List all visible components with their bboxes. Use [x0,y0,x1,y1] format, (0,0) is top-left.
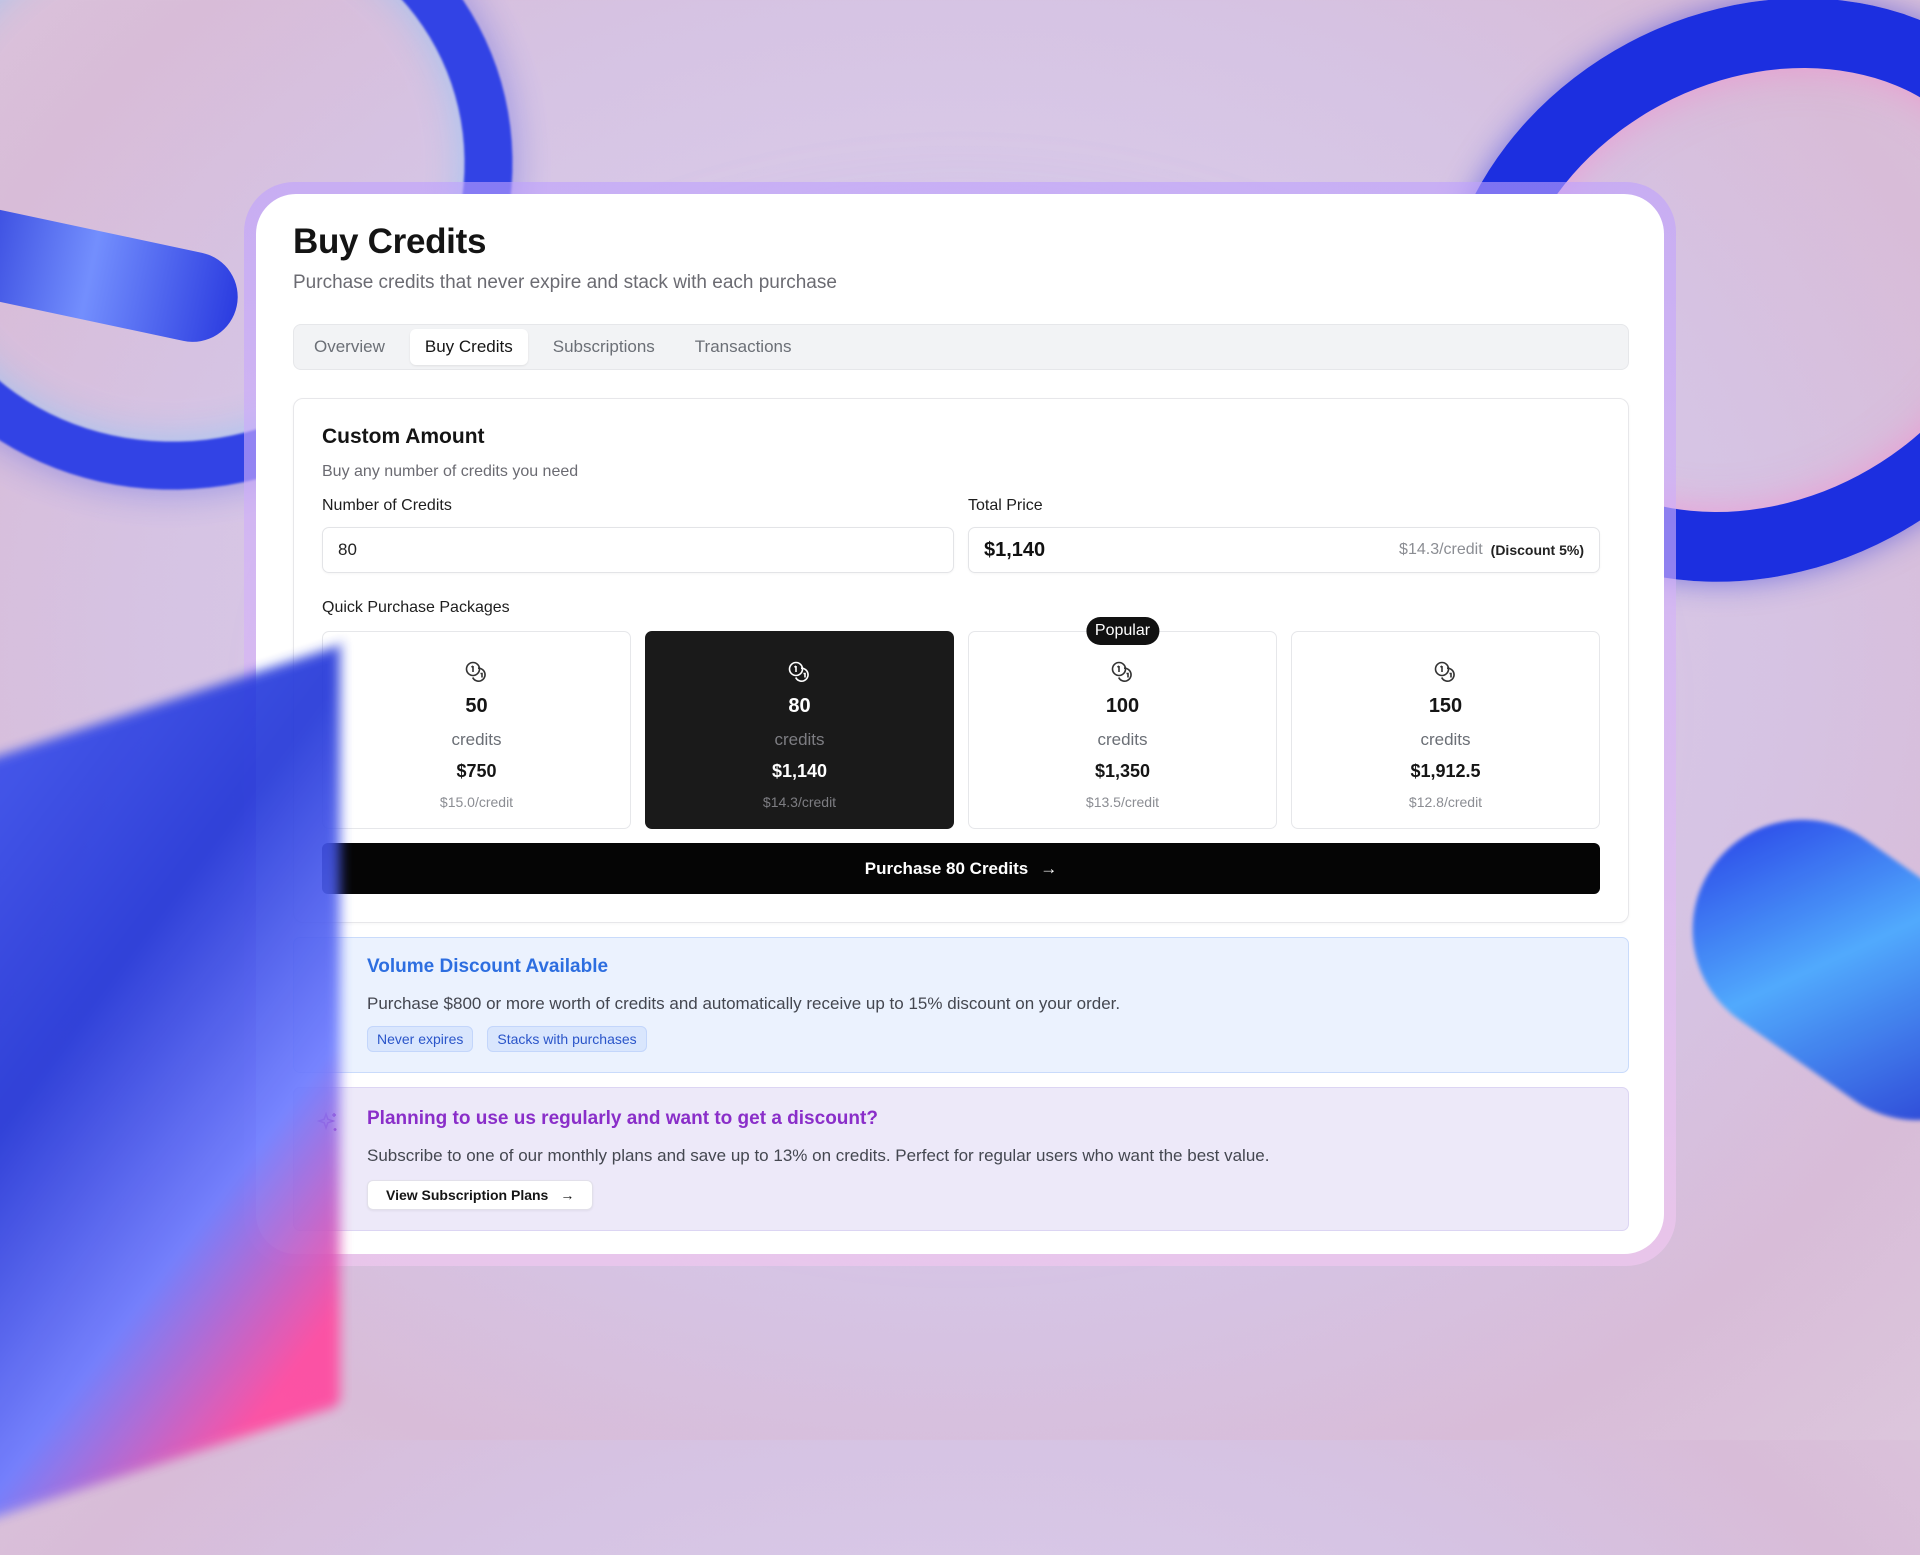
package-card-150[interactable]: 150 credits $1,912.5 $12.8/credit [1291,631,1600,829]
section-title: Custom Amount [322,425,485,448]
package-unit: credits [1420,730,1471,749]
volume-discount-banner: Volume Discount Available Purchase $800 … [293,937,1629,1073]
package-price: $1,350 [1094,761,1151,781]
package-list: 50 credits $750 $15.0/credit 80 credits [322,617,1600,829]
total-price-display: $1,140 $14.3/credit (Discount 5%) [968,527,1600,573]
decorative-tube-shape [1649,776,1920,1164]
buy-credits-card: Buy Credits Purchase credits that never … [256,194,1664,1254]
custom-amount-section: Custom Amount Buy any number of credits … [293,398,1629,923]
package-unit: credits [774,730,825,749]
arrow-right-icon: → [1040,858,1058,878]
volume-discount-text: Purchase $800 or more worth of credits a… [367,994,1121,1013]
package-card-80[interactable]: 80 credits $1,140 $14.3/credit [645,631,954,829]
tab-buy-credits[interactable]: Buy Credits [409,329,528,365]
tab-overview[interactable]: Overview [299,329,400,365]
tab-subscriptions[interactable]: Subscriptions [538,329,670,365]
package-amount: 50 [465,695,488,717]
total-price-group: Total Price $1,140 $14.3/credit (Discoun… [968,497,1600,573]
package-per-credit: $12.8/credit [1408,794,1483,810]
package-price: $750 [456,761,497,781]
package-card-50[interactable]: 50 credits $750 $15.0/credit [322,631,631,829]
popular-badge: Popular [1085,617,1160,645]
credits-field-label: Number of Credits [322,497,452,514]
package-amount: 100 [1105,695,1140,717]
package-per-credit: $14.3/credit [762,794,837,810]
coins-icon [465,661,486,682]
package-amount: 150 [1428,695,1463,717]
package-price: $1,912.5 [1410,761,1481,781]
sparkle-icon [316,1111,337,1131]
chip-stacks-with-purchases: Stacks with purchases [487,1026,647,1052]
package-per-credit: $13.5/credit [1085,794,1160,810]
subscription-promo-title: Planning to use us regularly and want to… [367,1108,878,1129]
coins-icon [1434,661,1455,682]
arrow-right-icon: → [560,1187,575,1203]
package-amount: 80 [788,695,811,717]
content: Buy Credits Purchase credits that never … [293,222,1629,1231]
package-price: $1,140 [771,761,828,781]
amount-fields: Number of Credits 80 Total Price $1,140 … [322,497,1600,573]
package-card-100[interactable]: Popular 100 credits $1,350 $13.5/credit [968,617,1277,829]
view-subscription-plans-label: View Subscription Plans [386,1187,549,1203]
page-title: Buy Credits [293,222,487,261]
tab-bar: Overview Buy Credits Subscriptions Trans… [293,324,1629,370]
tab-transactions[interactable]: Transactions [680,329,807,365]
credits-field-group: Number of Credits 80 [322,497,954,573]
subscription-promo-text: Subscribe to one of our monthly plans an… [367,1146,1270,1165]
package-unit: credits [1097,730,1148,749]
purchase-button-label: Purchase 80 Credits [864,858,1029,878]
total-price-value: $1,140 [984,538,1046,561]
volume-discount-title: Volume Discount Available [367,956,609,977]
feature-chips: Never expires Stacks with purchases [367,1026,1628,1052]
coins-icon [1111,661,1132,682]
section-subtitle: Buy any number of credits you need [322,463,579,480]
window-frame: Buy Credits Purchase credits that never … [244,182,1676,1266]
page-subtitle: Purchase credits that never expire and s… [293,272,837,293]
package-unit: credits [451,730,502,749]
chip-never-expires: Never expires [367,1026,474,1052]
view-subscription-plans-button[interactable]: View Subscription Plans → [367,1180,594,1210]
per-credit-price: $14.3/credit [1399,541,1483,558]
subscription-promo-banner: Planning to use us regularly and want to… [293,1087,1629,1231]
total-price-label: Total Price [968,497,1043,514]
discount-note: (Discount 5%) [1490,542,1584,558]
decorative-tube-shape [0,199,247,351]
credits-input[interactable]: 80 [322,527,954,573]
package-per-credit: $15.0/credit [439,794,514,810]
packages-label: Quick Purchase Packages [322,599,510,616]
purchase-button[interactable]: Purchase 80 Credits → [322,843,1600,894]
coins-icon [788,661,809,682]
price-details: $14.3/credit (Discount 5%) [1399,541,1584,559]
